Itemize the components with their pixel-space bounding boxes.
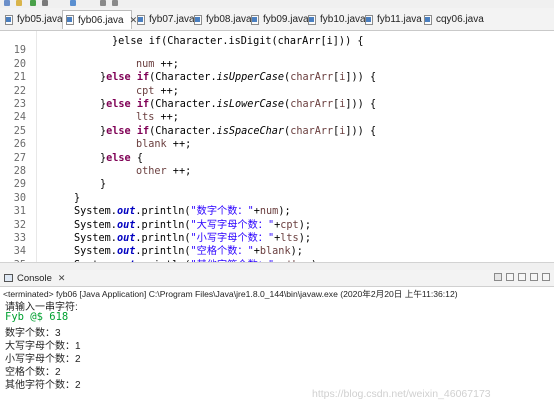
tab-label: fyb06.java <box>78 14 124 26</box>
code-line: 21 cpt ++; <box>0 58 554 96</box>
tab-fyb07[interactable]: fyb07.java <box>134 10 195 29</box>
close-icon[interactable]: ✕ <box>58 273 66 284</box>
console-view-tab[interactable]: Console ✕ <box>0 270 554 287</box>
console-icon <box>4 274 13 282</box>
code-editor[interactable]: }else if(Character.isDigit(charArr[i])) … <box>0 31 554 262</box>
tab-cqy06[interactable]: cqy06.java <box>421 10 484 29</box>
tab-fyb08[interactable]: fyb08.java <box>191 10 252 29</box>
java-file-icon <box>423 14 433 25</box>
code-line: 19 num ++; <box>0 31 554 69</box>
folder-icon[interactable] <box>16 0 22 6</box>
code-line: 22 }else if(Character.isLowerCase(charAr… <box>0 71 554 110</box>
code-line: 28 } <box>0 152 554 190</box>
java-file-icon <box>65 15 75 25</box>
console-output-line: 其他字符个数：2 <box>5 380 81 391</box>
tab-fyb09[interactable]: fyb09.java <box>248 10 309 29</box>
code-line: 20 }else if(Character.isUpperCase(charAr… <box>0 44 554 83</box>
java-file-icon <box>136 14 146 25</box>
console-input-line: Fyb @$ 618 <box>5 311 69 323</box>
code-line: 32 System.out.println("小写字母个数："+lts); <box>0 205 554 244</box>
main-toolbar <box>0 0 554 8</box>
remove-launch-icon[interactable] <box>506 273 514 281</box>
java-file-icon <box>307 14 317 25</box>
code-line: 27 other ++; <box>0 138 554 177</box>
tab-fyb11[interactable]: fyb11.java <box>362 10 422 29</box>
tab-label: fyb05.java <box>17 14 63 25</box>
tab-fyb10[interactable]: fyb10.java <box>305 10 366 29</box>
editor-tab-bar: fyb05.java fyb06.java ✕ fyb07.java fyb08… <box>0 8 554 31</box>
scroll-lock-icon[interactable] <box>542 273 550 281</box>
code-line: 23 lts ++; <box>0 85 554 123</box>
tab-label: fyb07.java <box>149 14 195 25</box>
clear-console-icon[interactable] <box>530 273 538 281</box>
code-line: 25 blank ++; <box>0 111 554 150</box>
code-line: 26 }else { <box>0 125 554 163</box>
tab-label: cqy06.java <box>436 14 484 25</box>
code-line: 33 System.out.println("空格个数："+blank); <box>0 219 554 257</box>
tab-fyb06[interactable]: fyb06.java ✕ <box>62 10 137 29</box>
tab-label: fyb10.java <box>320 14 366 25</box>
remove-all-icon[interactable] <box>518 273 526 281</box>
java-file-icon <box>193 14 203 25</box>
back-icon[interactable] <box>100 0 106 6</box>
code-line: 24 }else if(Character.isSpaceChar(charAr… <box>0 98 554 136</box>
java-file-icon <box>364 14 374 25</box>
forward-icon[interactable] <box>112 0 118 6</box>
code-line: 34 System.out.println("其他字符个数："+other); <box>0 232 554 262</box>
tab-label: fyb09.java <box>263 14 309 25</box>
watermark: https://blog.csdn.net/weixin_46067173 <box>312 388 491 400</box>
tab-label: fyb11.java <box>377 14 422 25</box>
console-toolbar <box>494 273 550 281</box>
code-line: 29 } <box>0 165 554 203</box>
tab-label: fyb08.java <box>206 14 252 25</box>
java-file-icon <box>250 14 260 25</box>
run-icon[interactable] <box>30 0 36 6</box>
console-title: Console <box>17 272 52 284</box>
code-line: 35 } <box>0 245 554 262</box>
code-line: 31 System.out.println("大写字母个数："+cpt); <box>0 192 554 230</box>
code-line: 30 System.out.println("数字个数："+num); <box>0 178 554 217</box>
search-icon[interactable] <box>70 0 76 6</box>
save-icon[interactable] <box>4 0 10 6</box>
tab-fyb05[interactable]: fyb05.java <box>2 10 63 29</box>
java-file-icon <box>4 14 14 25</box>
debug-icon[interactable] <box>42 0 48 6</box>
terminate-icon[interactable] <box>494 273 502 281</box>
